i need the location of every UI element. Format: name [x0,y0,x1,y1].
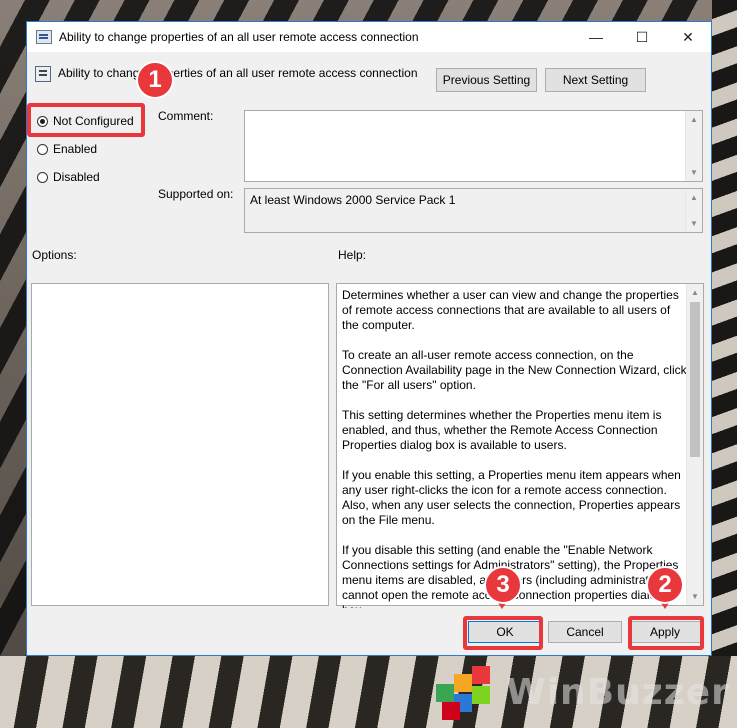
comment-textarea[interactable]: ▲ ▼ [244,110,703,182]
callout-badge-3: 3 [484,566,522,604]
policy-setting-icon [35,66,51,82]
setting-title: Ability to change properties of an all u… [58,66,418,80]
radio-dot [37,171,48,183]
next-setting-button[interactable]: Next Setting [545,68,646,92]
radio-dot [37,143,48,155]
maximize-button[interactable]: ☐ [619,22,665,52]
callout-badge-1: 1 [136,61,174,99]
scroll-up-icon[interactable]: ▲ [687,284,703,301]
winbuzzer-text: WinBuzzer [506,671,730,713]
minimize-button[interactable]: — [573,22,619,52]
comment-scrollbar[interactable]: ▲ ▼ [685,111,702,181]
help-panel[interactable]: Determines whether a user can view and c… [336,283,704,608]
wallpaper-edge [712,0,737,728]
scroll-down-icon[interactable]: ▼ [686,164,702,181]
winbuzzer-cubes-logo [436,664,500,720]
enabled-radio[interactable]: Enabled [37,142,97,156]
cancel-button[interactable]: Cancel [548,621,622,643]
scroll-thumb[interactable] [690,302,700,457]
callout-box-apply [628,616,704,650]
help-scrollbar[interactable]: ▲ ▼ [686,284,703,605]
window-title: Ability to change properties of an all u… [59,30,419,44]
callout-badge-2: 2 [646,566,684,604]
title-bar[interactable]: Ability to change properties of an all u… [27,22,711,52]
scroll-up-icon[interactable]: ▲ [686,111,702,128]
options-panel [31,283,329,606]
options-label: Options: [32,248,77,262]
supported-scrollbar[interactable]: ▲ ▼ [685,189,702,232]
scroll-down-icon[interactable]: ▼ [687,588,703,605]
disabled-radio[interactable]: Disabled [37,170,100,184]
scroll-down-icon[interactable]: ▼ [686,215,702,232]
supported-on-field: At least Windows 2000 Service Pack 1 ▲ ▼ [244,188,703,233]
winbuzzer-watermark: WinBuzzer [436,664,730,720]
callout-box-ok [463,616,543,650]
help-text: Determines whether a user can view and c… [342,288,687,608]
group-policy-icon [36,30,52,44]
close-button[interactable]: ✕ [665,22,711,52]
supported-on-value: At least Windows 2000 Service Pack 1 [250,193,456,207]
supported-on-label: Supported on: [158,187,234,201]
scroll-up-icon[interactable]: ▲ [686,189,702,206]
comment-label: Comment: [158,109,214,123]
previous-setting-button[interactable]: Previous Setting [436,68,537,92]
callout-box-not-configured [27,103,145,137]
help-label: Help: [338,248,367,262]
